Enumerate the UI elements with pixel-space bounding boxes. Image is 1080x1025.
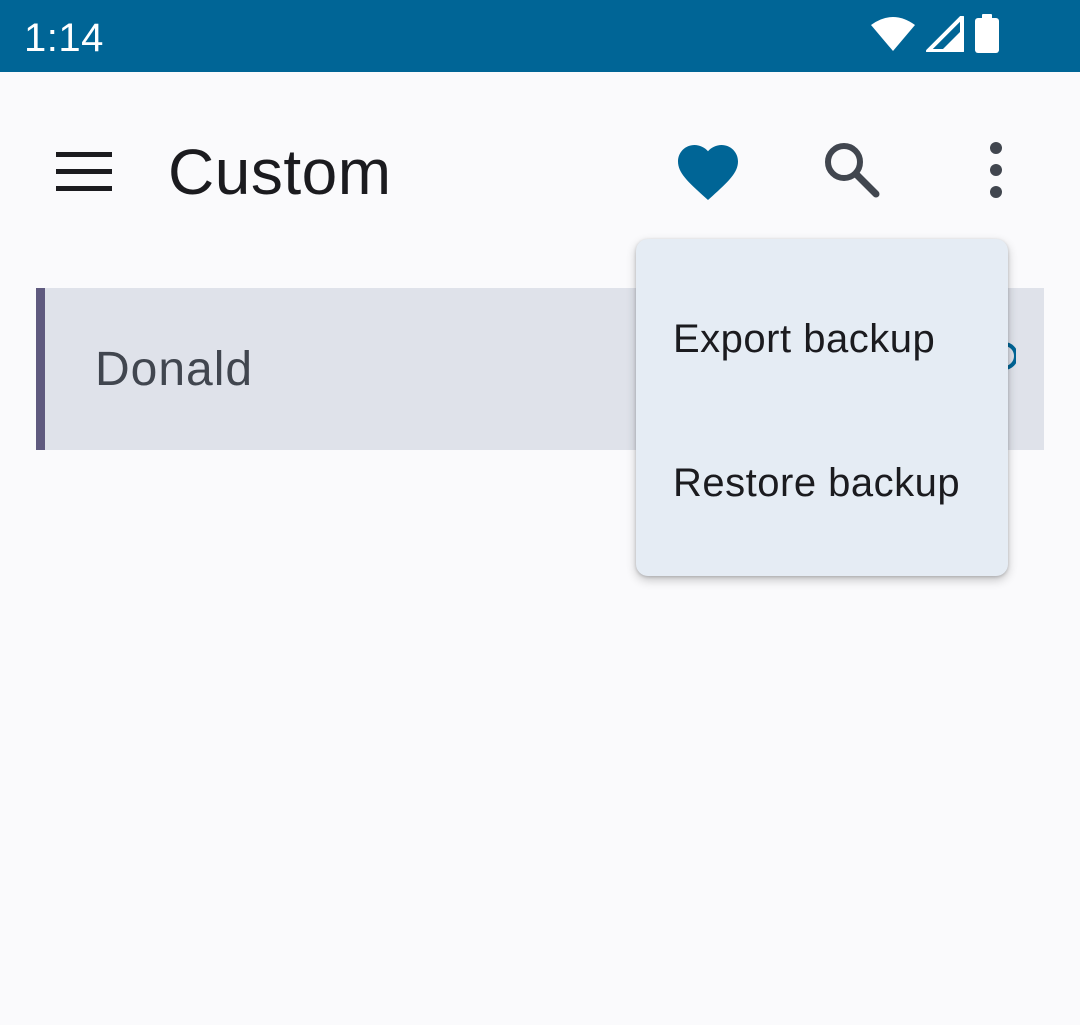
menu-item-restore-backup[interactable]: Restore backup [636, 411, 1008, 555]
cellular-signal-icon [926, 14, 964, 57]
wifi-icon [870, 16, 916, 57]
status-icons [870, 13, 1000, 59]
status-bar: 1:14 [0, 0, 1080, 72]
search-icon[interactable] [820, 138, 884, 202]
menu-item-export-backup[interactable]: Export backup [636, 267, 1008, 411]
page-title: Custom [168, 136, 392, 208]
list-item-label: Donald [95, 343, 254, 396]
overflow-menu: Export backup Restore backup [636, 239, 1008, 576]
battery-icon [974, 13, 1000, 59]
status-time: 1:14 [24, 16, 104, 60]
favorite-icon[interactable] [672, 136, 744, 202]
menu-icon[interactable] [56, 148, 112, 196]
more-vert-icon[interactable] [976, 140, 1016, 200]
